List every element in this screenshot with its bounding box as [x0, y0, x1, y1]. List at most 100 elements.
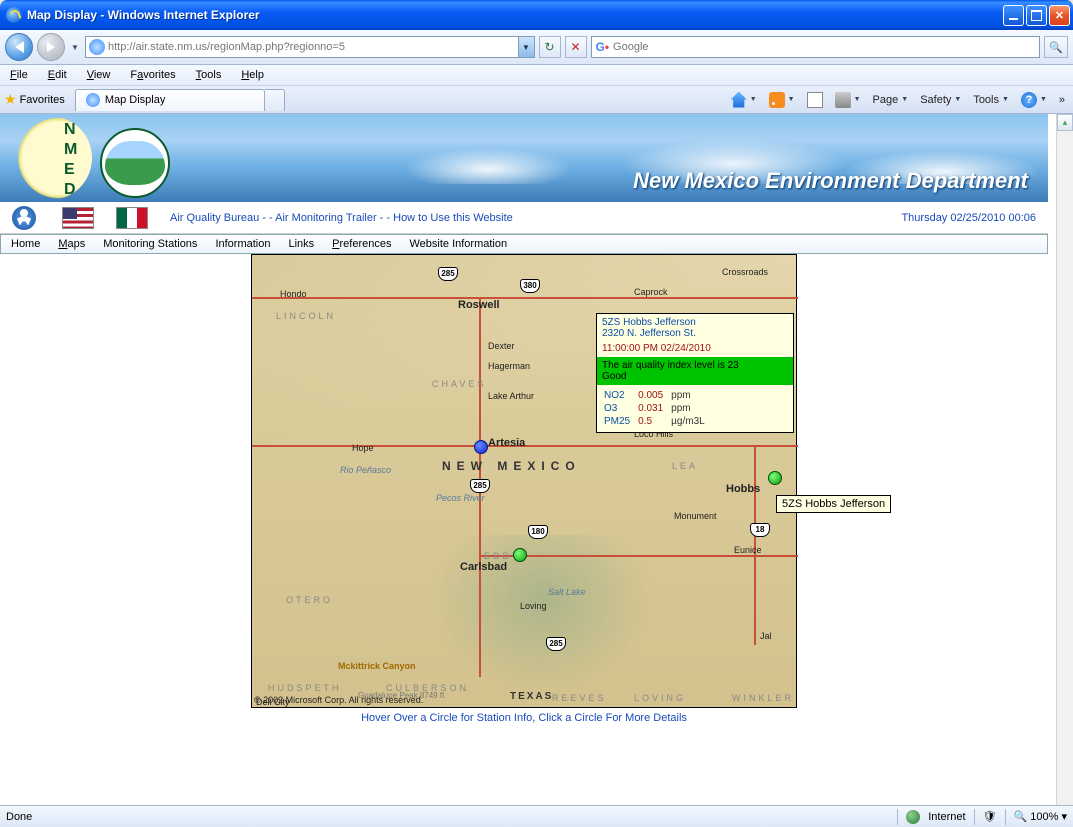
forward-button[interactable]	[37, 33, 65, 61]
city-roswell: Roswell	[458, 299, 500, 311]
tab-favicon-icon	[86, 93, 100, 107]
help-button[interactable]: ?▼	[1017, 90, 1051, 110]
menu-maps[interactable]: Maps	[58, 238, 85, 250]
popup-timestamp: 11:00:00 PM 02/24/2010	[597, 342, 793, 357]
search-go-button[interactable]: 🔍	[1044, 36, 1068, 58]
print-button[interactable]: ▼	[831, 90, 865, 110]
print-icon	[835, 92, 851, 108]
state-label-nm: NEW MEXICO	[442, 459, 581, 473]
label-mckittrick: Mckittrick Canyon	[338, 661, 416, 671]
reading-row: O30.031ppm	[604, 403, 711, 414]
link-bar: Air Quality Bureau - - Air Monitoring Tr…	[0, 202, 1048, 234]
scroll-up-button[interactable]: ▲	[1057, 114, 1073, 131]
city-crossroads: Crossroads	[722, 267, 768, 277]
menu-home[interactable]: Home	[11, 238, 40, 250]
rss-icon	[769, 92, 785, 108]
close-button[interactable]	[1049, 5, 1070, 26]
county-otero: OTERO	[286, 595, 333, 605]
county-lea: LEA	[672, 461, 698, 471]
browser-menubar: File Edit View Favorites Tools Help	[0, 65, 1073, 86]
favorites-label[interactable]: Favorites	[20, 94, 65, 106]
home-icon	[731, 92, 747, 108]
overflow-button[interactable]: »	[1055, 92, 1069, 108]
hwy-285b: 285	[470, 479, 490, 493]
page-menu[interactable]: Page ▼	[869, 92, 913, 108]
banner-title: New Mexico Environment Department	[633, 168, 1028, 194]
accessibility-icon[interactable]	[12, 206, 36, 230]
hwy-285: 285	[438, 267, 458, 281]
menu-tools[interactable]: Tools	[192, 67, 226, 83]
reading-row: PM250.5µg/m3L	[604, 416, 711, 427]
city-artesia: Artesia	[488, 437, 525, 449]
home-button[interactable]: ▼	[727, 90, 761, 110]
favorites-star-icon[interactable]: ★	[4, 91, 17, 108]
header-links[interactable]: Air Quality Bureau - - Air Monitoring Tr…	[170, 212, 513, 224]
rss-button[interactable]: ▼	[765, 90, 799, 110]
stop-button[interactable]: ✕	[565, 36, 587, 58]
status-text: Done	[6, 811, 889, 823]
new-tab-button[interactable]	[265, 89, 285, 111]
city-monument: Monument	[674, 511, 717, 521]
county-lincoln: LINCOLN	[276, 311, 336, 321]
hwy-180: 180	[528, 525, 548, 539]
tools-menu[interactable]: Tools ▼	[969, 92, 1013, 108]
station-info-popup: 5ZS Hobbs Jefferson 2320 N. Jefferson St…	[596, 313, 794, 433]
tab-title: Map Display	[105, 94, 166, 106]
county-hudspeth: HUDSPETH	[268, 683, 342, 693]
header-datetime: Thursday 02/25/2010 00:06	[901, 212, 1036, 224]
mail-button[interactable]	[803, 90, 827, 110]
vertical-scrollbar[interactable]: ▲	[1056, 114, 1073, 805]
county-chaves: CHAVES	[432, 379, 486, 389]
city-carlsbad: Carlsbad	[460, 561, 507, 573]
protected-mode-icon[interactable]: 🛡	[983, 810, 997, 823]
maximize-button[interactable]	[1026, 5, 1047, 26]
region-map[interactable]: 285 380 285 180 285 18 LINCOLN CHAVES LE…	[251, 254, 797, 708]
label-pecos-river: Pecos River	[436, 493, 485, 503]
flag-us-icon[interactable]	[62, 207, 94, 229]
city-hondo: Hondo	[280, 289, 307, 299]
city-eunice: Eunice	[734, 545, 762, 555]
zoom-control[interactable]: 🔍 100% ▾	[1014, 810, 1067, 823]
site-icon	[89, 39, 105, 55]
flag-mx-icon[interactable]	[116, 207, 148, 229]
active-tab[interactable]: Map Display	[75, 89, 265, 111]
reading-row: NO20.005ppm	[604, 390, 711, 401]
map-container: 285 380 285 180 285 18 LINCOLN CHAVES LE…	[0, 254, 1048, 732]
security-zone: Internet	[928, 811, 965, 823]
menu-view[interactable]: View	[83, 67, 115, 83]
menu-preferences[interactable]: Preferences	[332, 238, 391, 250]
address-url: http://air.state.nm.us/regionMap.php?reg…	[108, 41, 518, 53]
page-content: NMED New Mexico Environment Department A…	[0, 114, 1073, 805]
station-artesia[interactable]	[474, 440, 488, 454]
menu-favorites[interactable]: Favorites	[126, 67, 179, 83]
hwy-18: 18	[750, 523, 770, 537]
label-salt-lake: Salt Lake	[548, 587, 586, 597]
window-titlebar: Map Display - Windows Internet Explorer	[0, 0, 1073, 30]
city-loving: Loving	[520, 601, 547, 611]
city-dexter: Dexter	[488, 341, 515, 351]
address-dropdown[interactable]: ▼	[518, 37, 534, 57]
city-lake-arthur: Lake Arthur	[488, 391, 534, 401]
popup-readings: NO20.005ppm O30.031ppm PM250.5µg/m3L	[597, 385, 793, 432]
safety-menu[interactable]: Safety ▼	[916, 92, 965, 108]
address-bar[interactable]: http://air.state.nm.us/regionMap.php?reg…	[85, 36, 535, 58]
menu-stations[interactable]: Monitoring Stations	[103, 238, 197, 250]
site-banner: NMED New Mexico Environment Department	[0, 114, 1048, 202]
menu-help[interactable]: Help	[237, 67, 268, 83]
city-hagerman: Hagerman	[488, 361, 530, 371]
menu-information[interactable]: Information	[215, 238, 270, 250]
help-icon: ?	[1021, 92, 1037, 108]
menu-website-info[interactable]: Website Information	[409, 238, 507, 250]
menu-links[interactable]: Links	[288, 238, 314, 250]
search-bar[interactable]: G• Google	[591, 36, 1041, 58]
city-caprock: Caprock	[634, 287, 668, 297]
station-carlsbad[interactable]	[513, 548, 527, 562]
station-hobbs[interactable]	[768, 471, 782, 485]
hwy-285c: 285	[546, 637, 566, 651]
minimize-button[interactable]	[1003, 5, 1024, 26]
menu-edit[interactable]: Edit	[44, 67, 71, 83]
refresh-button[interactable]: ↻	[539, 36, 561, 58]
menu-file[interactable]: File	[6, 67, 32, 83]
back-button[interactable]	[5, 33, 33, 61]
nav-history-dropdown[interactable]: ▼	[69, 43, 81, 52]
